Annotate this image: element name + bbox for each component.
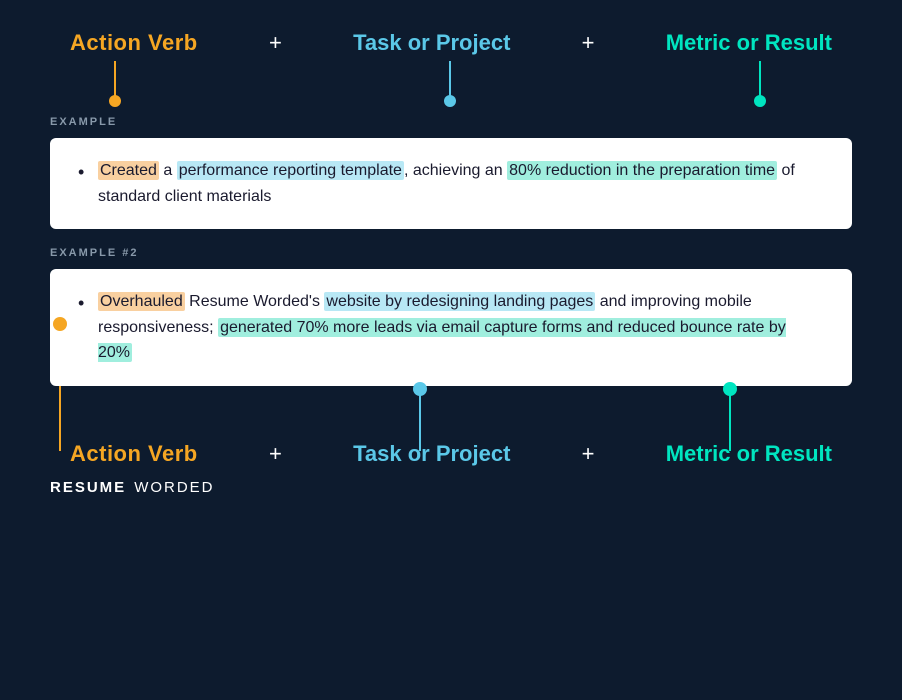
top-action-verb-label: Action Verb [70, 30, 198, 56]
example1-metric-highlight: 80% reduction in the preparation time [507, 161, 777, 180]
example2-task-highlight: website by redesigning landing pages [324, 292, 595, 311]
top-task-label: Task or Project [353, 30, 510, 56]
example1-action-verb: Created [98, 161, 159, 180]
footer-worded: WORDED [134, 479, 214, 496]
footer: RESUME WORDED [50, 479, 852, 496]
example1-text: Created a performance reporting template… [78, 158, 824, 209]
top-connector-area [50, 61, 852, 116]
example1-label: EXAMPLE [50, 116, 852, 128]
example2-card: Overhauled Resume Worded's website by re… [50, 269, 852, 386]
bottom-connector-area [50, 386, 852, 451]
example1-task-highlight: performance reporting template [177, 161, 404, 180]
top-labels-row: Action Verb + Task or Project + Metric o… [50, 30, 852, 56]
top-metric-label: Metric or Result [666, 30, 832, 56]
example1-section: EXAMPLE Created a performance reporting … [50, 116, 852, 229]
example2-text: Overhauled Resume Worded's website by re… [78, 289, 824, 366]
example1-card: Created a performance reporting template… [50, 138, 852, 229]
example2-label: EXAMPLE #2 [50, 247, 852, 259]
example2-action-verb: Overhauled [98, 292, 185, 311]
example1-task-text: a [159, 162, 177, 179]
bottom-connector-svg [50, 386, 852, 451]
top-plus1: + [269, 30, 282, 56]
example2-text-part1: Resume Worded's [185, 293, 325, 310]
example1-connector-text: , achieving an [404, 162, 507, 179]
top-plus2: + [582, 30, 595, 56]
example2-label-wrapper: EXAMPLE #2 [50, 247, 852, 259]
top-connector-svg [50, 61, 852, 116]
footer-resume: RESUME [50, 479, 126, 496]
main-layout: Action Verb + Task or Project + Metric o… [50, 30, 852, 496]
example2-wrapper: Overhauled Resume Worded's website by re… [50, 269, 852, 386]
